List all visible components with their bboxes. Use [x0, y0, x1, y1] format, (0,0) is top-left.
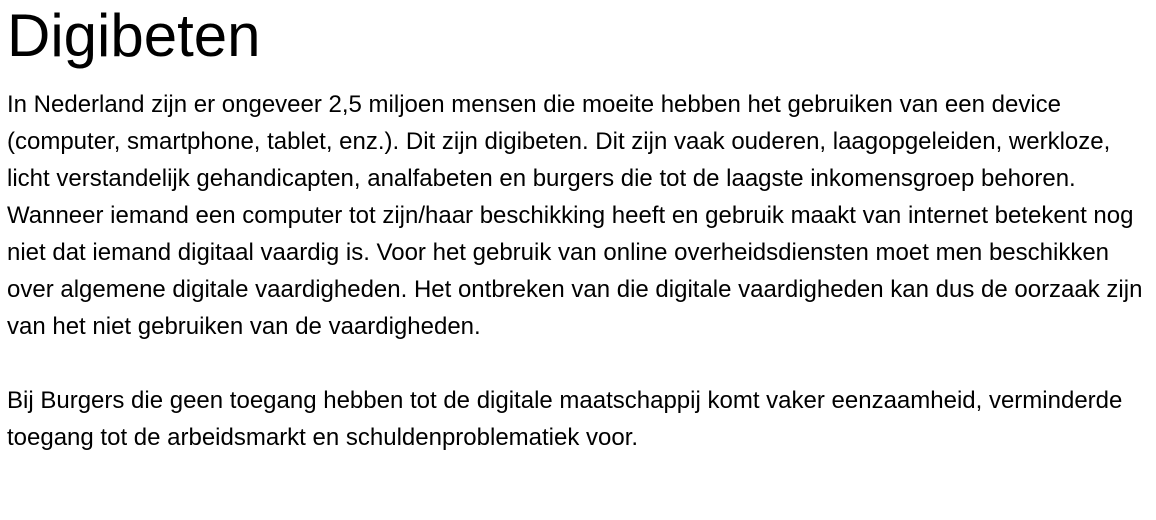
page-title: Digibeten [7, 2, 261, 69]
paragraph-consequences: Bij Burgers die geen toegang hebben tot … [7, 387, 1123, 451]
paragraph-intro: In Nederland zijn er ongeveer 2,5 miljoe… [7, 91, 1143, 340]
document-page: Digibeten In Nederland zijn er ongeveer … [0, 0, 1156, 520]
